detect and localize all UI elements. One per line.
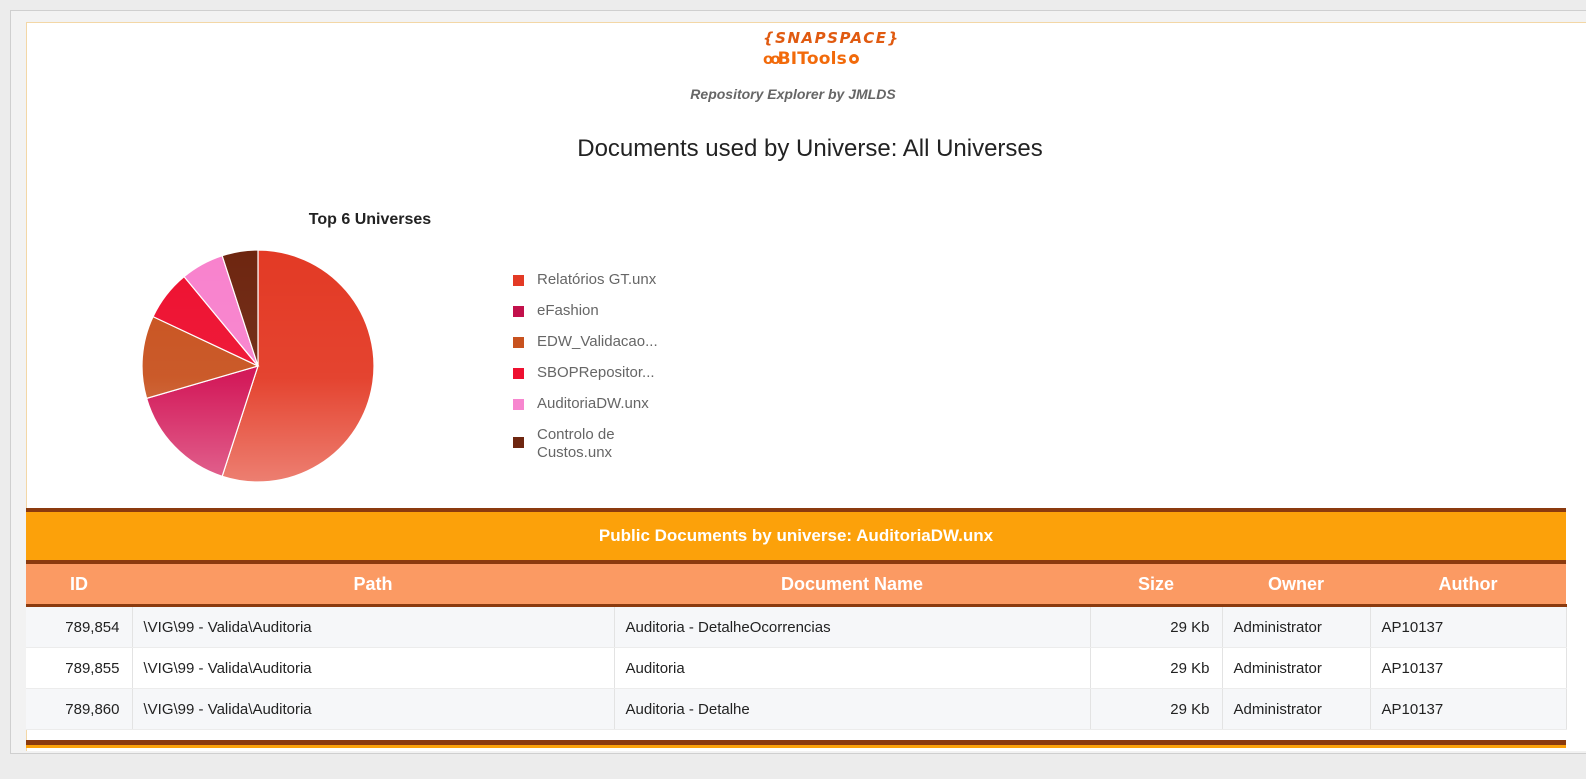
column-header-author[interactable]: Author xyxy=(1370,564,1566,607)
universe-pie-chart xyxy=(141,249,375,483)
cell-id: 789,854 xyxy=(26,605,133,648)
report-subtitle: Repository Explorer by JMLDS xyxy=(690,86,896,102)
cell-author: AP10137 xyxy=(1370,688,1567,730)
logo-line1: {SNAPSPACE} xyxy=(763,29,900,47)
cell-size: 29 Kb xyxy=(1090,605,1223,648)
column-header-size[interactable]: Size xyxy=(1090,564,1222,607)
table-row[interactable]: 789,860 \VIG\99 - Valida\Auditoria Audit… xyxy=(26,688,1567,730)
legend-swatch xyxy=(513,337,524,348)
cell-path: \VIG\99 - Valida\Auditoria xyxy=(132,647,615,689)
page-title: Documents used by Universe: All Universe… xyxy=(577,135,1043,162)
column-header-document-name[interactable]: Document Name xyxy=(614,564,1090,607)
logo-oo-glyph: oo xyxy=(763,50,781,68)
logo-line2-text: BITools xyxy=(777,49,847,69)
cell-author: AP10137 xyxy=(1370,605,1567,648)
cell-path: \VIG\99 - Valida\Auditoria xyxy=(132,688,615,730)
column-header-owner[interactable]: Owner xyxy=(1222,564,1370,607)
cell-path: \VIG\99 - Valida\Auditoria xyxy=(132,605,615,648)
cell-size: 29 Kb xyxy=(1090,647,1223,689)
chart-title: Top 6 Universes xyxy=(308,211,432,228)
legend-label: eFashion xyxy=(537,302,599,319)
cell-document-name[interactable]: Auditoria - Detalhe xyxy=(614,688,1091,730)
table-row[interactable]: 789,855 \VIG\99 - Valida\Auditoria Audit… xyxy=(26,647,1567,689)
cell-document-name[interactable]: Auditoria xyxy=(614,647,1091,689)
cell-size: 29 Kb xyxy=(1090,688,1223,730)
column-header-path[interactable]: Path xyxy=(132,564,614,607)
legend-swatch xyxy=(513,275,524,286)
cell-document-name[interactable]: Auditoria - DetalheOcorrencias xyxy=(614,605,1091,648)
gear-icon xyxy=(848,54,859,64)
column-header-id[interactable]: ID xyxy=(26,564,132,607)
section-header: Public Documents by universe: AuditoriaD… xyxy=(26,508,1566,564)
cell-owner: Administrator xyxy=(1222,605,1371,648)
bottom-accent-rule xyxy=(26,745,1566,748)
legend-label: AuditoriaDW.unx xyxy=(537,395,649,412)
cell-author: AP10137 xyxy=(1370,647,1567,689)
cell-id: 789,860 xyxy=(26,688,133,730)
legend-label: Relatórios GT.unx xyxy=(537,271,657,288)
legend-label: SBOPRepositor... xyxy=(537,364,655,381)
table-row[interactable]: 789,854 \VIG\99 - Valida\Auditoria Audit… xyxy=(26,605,1567,648)
legend-label: Controlo de Custos.unx xyxy=(537,426,615,461)
cell-owner: Administrator xyxy=(1222,688,1371,730)
legend-swatch xyxy=(513,437,524,448)
table-header-row: ID Path Document Name Size Owner Author xyxy=(26,564,1566,607)
legend-swatch xyxy=(513,399,524,410)
legend-label: EDW_Validacao... xyxy=(537,333,658,350)
documents-table: ID Path Document Name Size Owner Author … xyxy=(26,564,1567,730)
logo-line2: ooBITools xyxy=(763,49,860,69)
cell-id: 789,855 xyxy=(26,647,133,689)
cell-owner: Administrator xyxy=(1222,647,1371,689)
legend-swatch xyxy=(513,306,524,317)
snapspace-bitools-logo: {SNAPSPACE} ooBITools xyxy=(763,29,913,79)
legend-swatch xyxy=(513,368,524,379)
